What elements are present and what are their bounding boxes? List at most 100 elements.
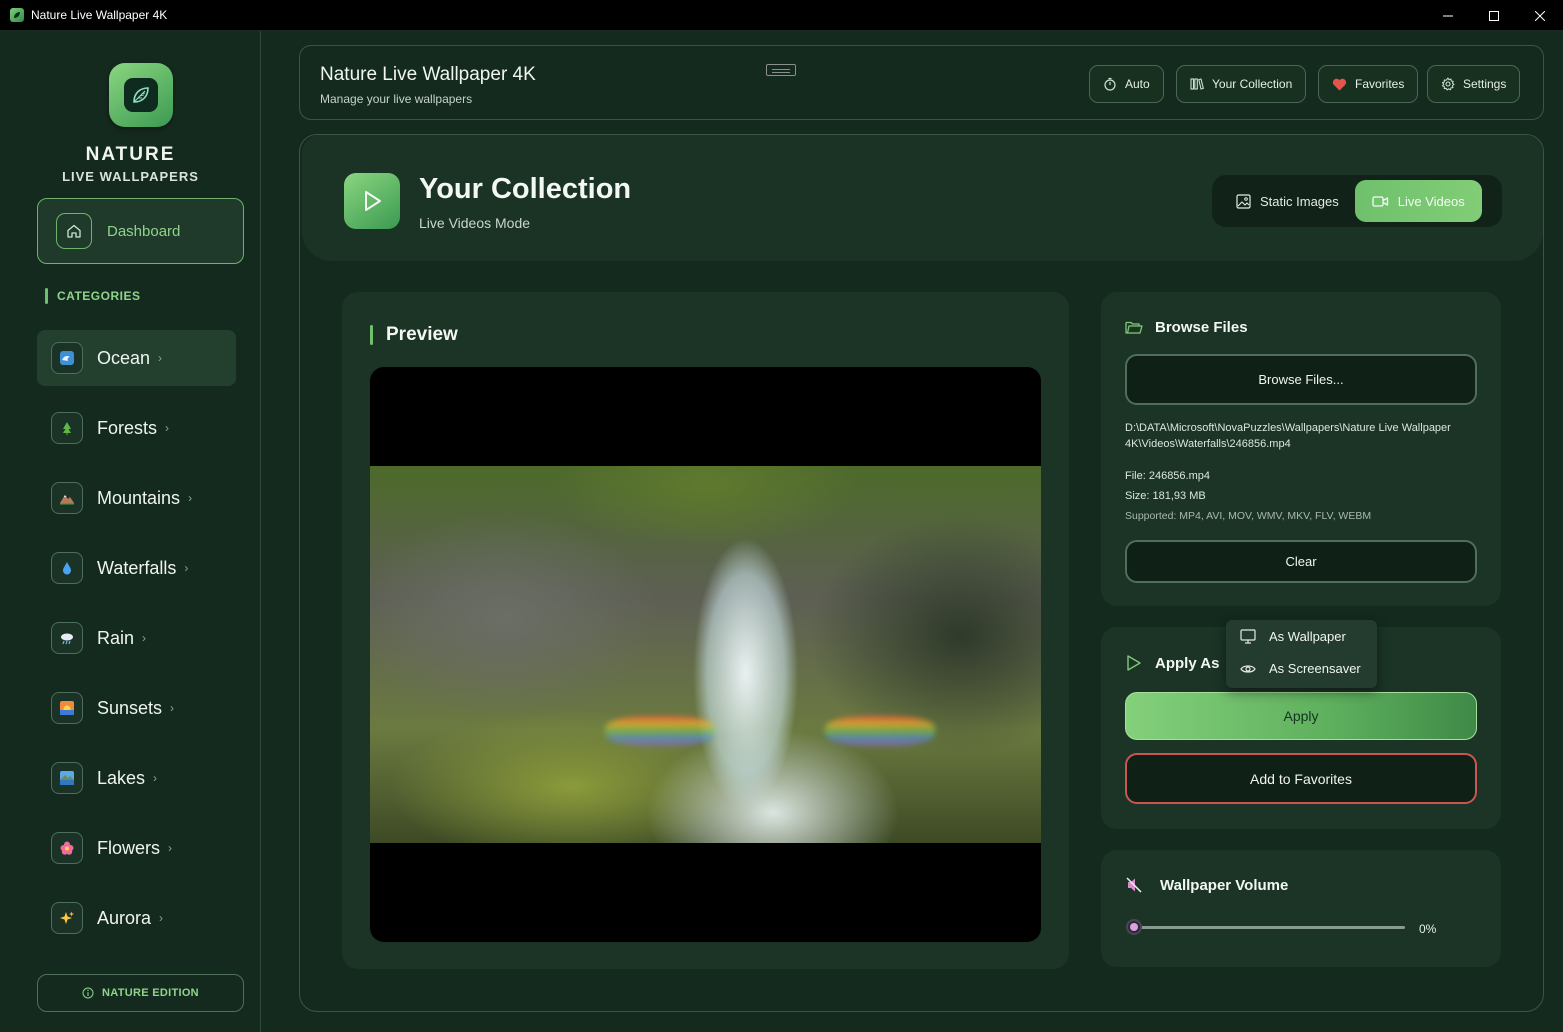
favorites-button-label: Favorites xyxy=(1355,77,1405,91)
menu-item-label: As Screensaver xyxy=(1269,661,1361,676)
waterfall-video-frame xyxy=(370,466,1041,843)
volume-slider-track[interactable] xyxy=(1139,926,1405,929)
volume-slider-thumb[interactable] xyxy=(1126,919,1142,935)
close-button[interactable] xyxy=(1517,0,1563,31)
menu-item-as-wallpaper[interactable]: As Wallpaper xyxy=(1240,629,1346,644)
sidebar: NATURE LIVE WALLPAPERS Dashboard CATEGOR… xyxy=(0,31,261,1032)
preview-title: Preview xyxy=(386,324,458,345)
rainbow-left xyxy=(605,716,715,746)
volume-header: Wallpaper Volume xyxy=(1125,876,1288,894)
sidebar-item-label: Sunsets xyxy=(97,697,163,718)
eye-icon xyxy=(1240,663,1257,675)
app-logo xyxy=(109,63,173,127)
mode-switch: Static Images Live Videos xyxy=(1212,175,1502,227)
rainbow-right xyxy=(825,716,935,746)
droplet-icon xyxy=(51,552,83,584)
muted-speaker-icon xyxy=(1125,876,1143,894)
sidebar-item-sunsets[interactable]: Sunsets › xyxy=(37,680,236,736)
favorites-button[interactable]: Favorites xyxy=(1318,65,1419,103)
clear-button[interactable]: Clear xyxy=(1125,540,1477,583)
title-bar: Nature Live Wallpaper 4K xyxy=(0,0,1563,31)
sidebar-item-label: Waterfalls xyxy=(97,557,177,578)
heart-icon xyxy=(1332,78,1347,91)
sidebar-item-label: Mountains xyxy=(97,487,181,508)
menu-item-as-screensaver[interactable]: As Screensaver xyxy=(1240,661,1361,676)
edition-label: NATURE EDITION xyxy=(102,987,199,999)
drag-handle-icon[interactable] xyxy=(766,64,796,76)
chevron-right-icon: › xyxy=(158,351,163,365)
collection-header: Your Collection Live Videos Mode Static … xyxy=(302,135,1543,261)
tree-icon xyxy=(51,412,83,444)
browse-files-button-label: Browse Files... xyxy=(1258,372,1344,387)
sidebar-item-forests[interactable]: Forests › xyxy=(37,400,236,456)
file-name: File: 246856.mp4 xyxy=(1125,470,1210,482)
volume-card: Wallpaper Volume xyxy=(1101,850,1501,967)
sidebar-item-flowers[interactable]: Flowers › xyxy=(37,820,236,876)
collection-subtitle: Live Videos Mode xyxy=(419,215,531,231)
video-preview[interactable] xyxy=(370,367,1041,942)
chevron-right-icon: › xyxy=(168,841,173,855)
flower-icon xyxy=(51,832,83,864)
dashboard-label: Dashboard xyxy=(107,222,181,240)
sidebar-item-label: Aurora xyxy=(97,907,152,928)
wave-icon xyxy=(51,342,83,374)
preview-card: Preview xyxy=(342,292,1069,969)
chevron-right-icon: › xyxy=(153,771,158,785)
clear-button-label: Clear xyxy=(1285,554,1317,569)
sparkles-icon xyxy=(51,902,83,934)
apply-button[interactable]: Apply xyxy=(1125,692,1477,740)
volume-percentage: 0% xyxy=(1419,922,1437,936)
settings-button[interactable]: Settings xyxy=(1427,65,1521,103)
apply-as-header: Apply As xyxy=(1125,654,1219,672)
menu-item-label: As Wallpaper xyxy=(1269,629,1346,644)
categories-heading-text: CATEGORIES xyxy=(57,289,141,303)
monitor-icon xyxy=(1240,629,1257,644)
sidebar-item-lakes[interactable]: Lakes › xyxy=(37,750,236,806)
sidebar-item-label: Ocean xyxy=(97,347,151,368)
sunset-icon xyxy=(51,692,83,724)
browse-files-card: Browse Files Browse Files... D:\DATA\Mic… xyxy=(1101,292,1501,606)
sidebar-item-ocean[interactable]: Ocean › xyxy=(37,330,236,386)
header: Nature Live Wallpaper 4K Manage your liv… xyxy=(299,45,1544,120)
leaf-icon xyxy=(124,78,158,112)
apply-button-label: Apply xyxy=(1283,708,1319,724)
dashboard-button[interactable]: Dashboard xyxy=(37,198,244,264)
auto-button[interactable]: Auto xyxy=(1089,65,1164,103)
sidebar-item-label: Lakes xyxy=(97,767,146,788)
browse-files-button[interactable]: Browse Files... xyxy=(1125,354,1477,405)
apply-as-title: Apply As xyxy=(1155,654,1220,672)
sidebar-item-rain[interactable]: Rain › xyxy=(37,610,236,666)
chevron-right-icon: › xyxy=(170,701,175,715)
auto-button-label: Auto xyxy=(1125,77,1150,91)
window-title: Nature Live Wallpaper 4K xyxy=(31,8,168,22)
play-outline-icon xyxy=(1125,654,1143,672)
sidebar-item-mountains[interactable]: Mountains › xyxy=(37,470,236,526)
play-icon xyxy=(344,173,400,229)
browse-files-title: Browse Files xyxy=(1155,319,1248,336)
header-subtitle: Manage your live wallpapers xyxy=(320,92,473,106)
chevron-right-icon: › xyxy=(165,421,170,435)
timer-icon xyxy=(1103,77,1117,91)
file-size: Size: 181,93 MB xyxy=(1125,490,1206,502)
static-images-tab[interactable]: Static Images xyxy=(1220,180,1353,222)
sidebar-item-label: Forests xyxy=(97,417,158,438)
sidebar-item-aurora[interactable]: Aurora › xyxy=(37,890,236,946)
heading-accent-bar xyxy=(45,288,48,304)
static-images-label: Static Images xyxy=(1260,193,1339,209)
minimize-button[interactable] xyxy=(1425,0,1471,31)
add-to-favorites-button[interactable]: Add to Favorites xyxy=(1125,753,1477,804)
app-leaf-icon xyxy=(10,8,24,22)
your-collection-button[interactable]: Your Collection xyxy=(1176,65,1307,103)
brand-subtitle: LIVE WALLPAPERS xyxy=(62,169,199,184)
image-icon xyxy=(1236,193,1251,209)
supported-formats: Supported: MP4, AVI, MOV, WMV, MKV, FLV,… xyxy=(1125,510,1372,522)
maximize-button[interactable] xyxy=(1471,0,1517,31)
browse-files-header: Browse Files xyxy=(1125,319,1248,336)
collection-title: Your Collection xyxy=(419,173,632,205)
mountain-icon xyxy=(51,482,83,514)
live-videos-tab[interactable]: Live Videos xyxy=(1354,180,1482,222)
sidebar-item-waterfalls[interactable]: Waterfalls › xyxy=(37,540,236,596)
brand-title: NATURE xyxy=(85,144,176,165)
video-camera-icon xyxy=(1372,195,1389,208)
your-collection-button-label: Your Collection xyxy=(1212,77,1293,91)
